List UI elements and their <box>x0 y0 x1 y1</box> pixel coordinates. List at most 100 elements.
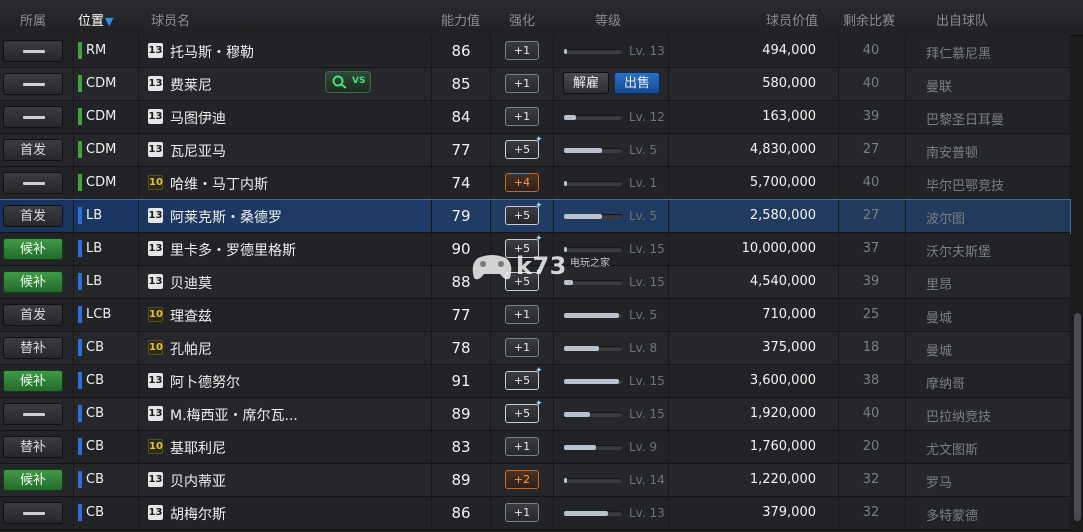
header-position[interactable]: 位置▼ <box>78 10 113 29</box>
compare-vs-button[interactable]: VS <box>325 71 371 93</box>
status-button[interactable] <box>3 502 63 524</box>
status-button[interactable]: 首发 <box>3 205 63 227</box>
sell-button[interactable]: 出售 <box>614 72 660 94</box>
header-enhance[interactable]: 强化 <box>509 10 535 29</box>
player-name[interactable]: 基耶利尼 <box>170 438 226 458</box>
player-name[interactable]: 里卡多・罗德里格斯 <box>170 240 296 260</box>
status-button[interactable]: 替补 <box>3 436 63 458</box>
scrollbar[interactable] <box>1074 313 1081 521</box>
player-value: 5,700,000 <box>749 175 816 190</box>
header-name[interactable]: 球员名 <box>151 10 190 29</box>
status-button[interactable]: 候补 <box>3 238 63 260</box>
table-row[interactable]: 候补 CB 13 贝内蒂亚 89 +2 Lv. 14 1,220,000 32 罗马 <box>0 464 1070 497</box>
level-label: Lv. 15 <box>629 374 665 388</box>
header-ability[interactable]: 能力值 <box>441 10 480 29</box>
season-badge-icon: 13 <box>148 505 163 520</box>
table-row[interactable]: CDM 13 费莱尼 85 +1 解雇 出售 VS 580,000 40 曼联 <box>0 68 1070 101</box>
sort-down-icon: ▼ <box>105 15 114 28</box>
player-name[interactable]: 瓦尼亚马 <box>170 141 226 161</box>
header-remaining[interactable]: 剩余比赛 <box>843 10 895 29</box>
column-divider <box>553 167 554 199</box>
header-status[interactable]: 所属 <box>20 10 46 29</box>
status-button[interactable]: 替补 <box>3 337 63 359</box>
remaining-matches: 27 <box>862 208 880 223</box>
table-row[interactable]: CDM 13 马图伊迪 84 +1 Lv. 12 163,000 39 巴黎圣日耳曼 <box>0 101 1070 134</box>
origin-club: 拜仁慕尼黑 <box>926 47 992 62</box>
position-color-bar <box>78 42 82 59</box>
status-button[interactable] <box>3 40 63 62</box>
status-button[interactable] <box>3 73 63 95</box>
enhance-badge: +4 <box>505 173 539 192</box>
column-divider <box>490 35 491 67</box>
player-name[interactable]: 理查兹 <box>170 306 212 326</box>
table-row[interactable]: 候补 CB 13 阿卜德努尔 91 +5 ✦ Lv. 15 3,600,000 38 摩纳哥 <box>0 365 1070 398</box>
column-divider <box>838 200 839 232</box>
column-divider <box>490 365 491 397</box>
sparkle-icon: ✦ <box>535 135 543 145</box>
header-level[interactable]: 等级 <box>595 10 621 29</box>
level-label: Lv. 15 <box>629 407 665 421</box>
player-name[interactable]: 托马斯・穆勒 <box>170 42 254 62</box>
table-row[interactable]: CB 13 M.梅西亚・席尔瓦... 89 +5 ✦ Lv. 15 1,920,000 40 巴拉… <box>0 398 1070 431</box>
level-label: Lv. 5 <box>629 143 658 157</box>
player-name[interactable]: 贝内蒂亚 <box>170 471 226 491</box>
table-row[interactable]: RM 13 托马斯・穆勒 86 +1 Lv. 13 494,000 40 拜仁慕尼黑 <box>0 35 1070 68</box>
column-divider <box>490 200 491 232</box>
column-divider <box>553 134 554 166</box>
enhance-badge: +1 <box>505 338 539 357</box>
release-button[interactable]: 解雇 <box>563 72 609 94</box>
status-button[interactable]: 首发 <box>3 139 63 161</box>
level-label: Lv. 13 <box>629 506 665 520</box>
column-divider <box>838 431 839 463</box>
player-name[interactable]: 哈维・马丁内斯 <box>170 174 268 194</box>
header-club[interactable]: 出自球队 <box>936 10 988 29</box>
remaining-matches: 25 <box>862 307 880 322</box>
player-name[interactable]: M.梅西亚・席尔瓦... <box>170 405 298 425</box>
status-button[interactable]: 候补 <box>3 271 63 293</box>
ability-value: 84 <box>451 108 471 126</box>
column-divider <box>553 464 554 496</box>
table-row[interactable]: 首发 LCB 10 理查兹 77 +1 Lv. 5 710,000 25 曼城 <box>0 299 1070 332</box>
column-divider <box>905 365 906 397</box>
column-divider <box>905 101 906 133</box>
player-name[interactable]: 阿莱克斯・桑德罗 <box>170 207 282 227</box>
position-color-bar <box>78 174 82 191</box>
column-divider <box>490 299 491 331</box>
column-divider <box>553 398 554 430</box>
enhance-badge: +1 <box>505 305 539 324</box>
season-badge-icon: 13 <box>148 373 163 388</box>
column-divider <box>431 200 432 232</box>
status-button[interactable]: 候补 <box>3 469 63 491</box>
origin-club: 巴拉纳竞技 <box>926 410 992 425</box>
player-name[interactable]: 胡梅尔斯 <box>170 504 226 524</box>
player-name[interactable]: 贝迪莫 <box>170 273 212 293</box>
column-divider <box>431 332 432 364</box>
origin-club: 毕尔巴鄂竞技 <box>926 179 1005 194</box>
player-name[interactable]: 孔帕尼 <box>170 339 212 359</box>
table-row[interactable]: 首发 LB 13 阿莱克斯・桑德罗 79 +5 ✦ Lv. 5 2,580,000 27 波尔图 <box>0 199 1071 234</box>
status-button[interactable] <box>3 106 63 128</box>
table-row[interactable]: CDM 10 哈维・马丁内斯 74 +4 Lv. 1 5,700,000 40 毕尔巴鄂竞技 <box>0 167 1070 200</box>
status-button[interactable] <box>3 172 63 194</box>
header-value[interactable]: 球员价值 <box>766 10 818 29</box>
level-progress-fill <box>564 478 567 483</box>
column-divider <box>905 431 906 463</box>
level-label: Lv. 13 <box>629 44 665 58</box>
status-button[interactable] <box>3 403 63 425</box>
player-name[interactable]: 阿卜德努尔 <box>170 372 240 392</box>
column-divider <box>668 68 669 100</box>
table-row[interactable]: CB 13 胡梅尔斯 86 +1 Lv. 13 379,000 32 多特蒙德 <box>0 497 1070 530</box>
status-button[interactable]: 首发 <box>3 304 63 326</box>
table-row[interactable]: 首发 CDM 13 瓦尼亚马 77 +5 ✦ Lv. 5 4,830,000 27 南安普顿 <box>0 134 1070 167</box>
column-divider <box>553 497 554 529</box>
player-name[interactable]: 费莱尼 <box>170 75 212 95</box>
player-name[interactable]: 马图伊迪 <box>170 108 226 128</box>
column-divider <box>668 464 669 496</box>
column-divider <box>490 464 491 496</box>
status-button[interactable]: 候补 <box>3 370 63 392</box>
table-row[interactable]: 替补 CB 10 基耶利尼 83 +1 Lv. 9 1,760,000 20 尤文图斯 <box>0 431 1070 464</box>
table-row[interactable]: 替补 CB 10 孔帕尼 78 +1 Lv. 8 375,000 18 曼城 <box>0 332 1070 365</box>
remaining-matches: 37 <box>862 241 880 256</box>
season-badge-icon: 10 <box>148 175 163 190</box>
column-divider <box>905 332 906 364</box>
